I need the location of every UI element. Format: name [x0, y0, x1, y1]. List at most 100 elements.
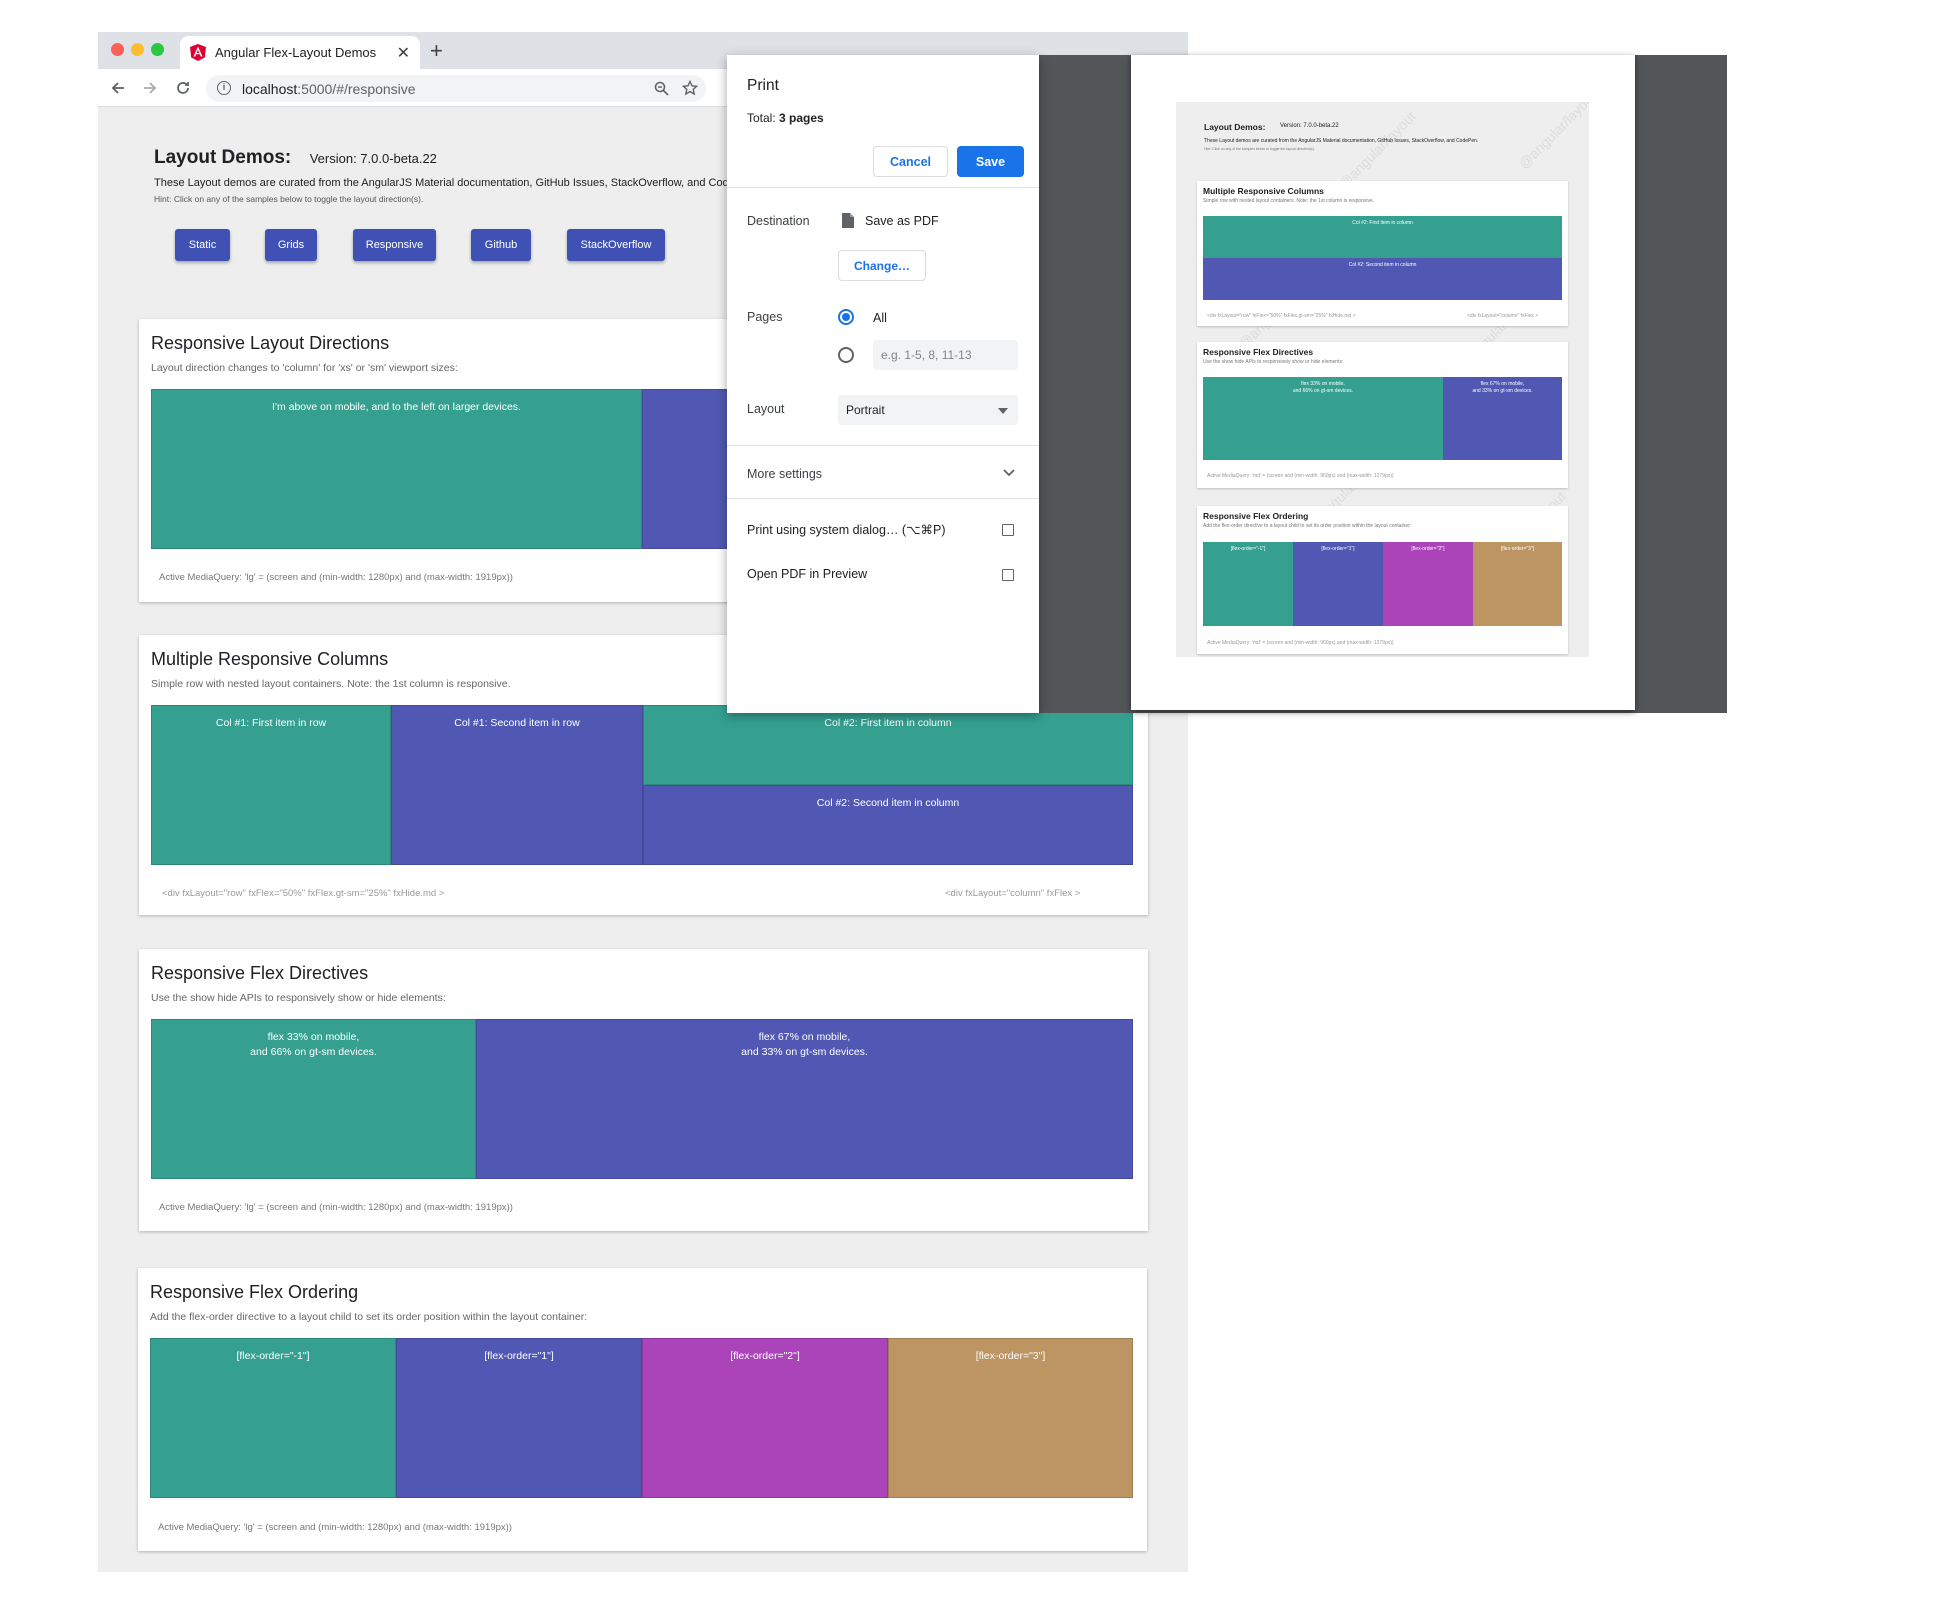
col1-first-item[interactable]: Col #1: First item in row — [151, 705, 391, 865]
flex-box-67-line1: flex 67% on mobile, — [758, 1031, 851, 1043]
card-footer-left: <div fxLayout="row" fxFlex="50%" fxFlex.… — [162, 888, 445, 899]
preview-card-title: Responsive Flex Directives — [1203, 347, 1314, 357]
preview-flex-box-2-line2: and 33% on gt-sm devices. — [1472, 388, 1533, 394]
pages-all-radio[interactable] — [838, 309, 854, 325]
preview-order-box-minus1: [flex-order="-1"] — [1203, 542, 1293, 626]
preview-content: @angular/layout @angular/layout @angular… — [1176, 102, 1589, 657]
preview-flex-box-1: flex 33% on mobile, and 66% on gt-sm dev… — [1203, 377, 1443, 460]
card-flex-directives: Responsive Flex Directives Use the show … — [139, 949, 1148, 1231]
chevron-down-icon[interactable] — [1003, 469, 1015, 477]
preview-card-subtitle: Use the show hide APIs to responsively s… — [1203, 359, 1344, 365]
save-button[interactable]: Save — [957, 146, 1024, 177]
open-external-icon[interactable] — [1002, 524, 1014, 536]
preview-flex-box-1-line2: and 66% on gt-sm devices. — [1292, 388, 1354, 394]
card-title: Responsive Layout Directions — [151, 333, 390, 353]
pages-label: Pages — [747, 310, 783, 324]
order-box-2[interactable]: [flex-order="2"] — [642, 1338, 888, 1498]
card-subtitle: Simple row with nested layout containers… — [151, 678, 511, 690]
card-subtitle: Use the show hide APIs to responsively s… — [151, 992, 446, 1004]
divider — [727, 498, 1039, 499]
grids-button[interactable]: Grids — [265, 229, 317, 261]
info-icon[interactable]: i — [217, 81, 231, 95]
open-external-icon[interactable] — [1002, 569, 1014, 581]
card-footer-right: <div fxLayout="column" fxFlex > — [945, 888, 1081, 899]
card-subtitle: Layout direction changes to 'column' for… — [151, 362, 458, 374]
layout-select-value: Portrait — [846, 403, 885, 417]
static-button[interactable]: Static — [175, 229, 230, 261]
forward-icon[interactable] — [142, 80, 158, 96]
flex-box-33[interactable]: flex 33% on mobile, and 66% on gt-sm dev… — [151, 1019, 476, 1179]
print-total-label: Total: — [747, 111, 780, 125]
preview-hint: Hint: Click on any of the samples below … — [1204, 147, 1315, 151]
card-title: Responsive Flex Directives — [151, 963, 369, 983]
page-title: Layout Demos: — [154, 147, 292, 168]
responsive-button[interactable]: Responsive — [353, 229, 436, 261]
close-window-button[interactable] — [111, 43, 124, 56]
flex-box-67-line2: and 33% on gt-sm devices. — [741, 1046, 868, 1058]
tab-title: Angular Flex-Layout Demos — [215, 45, 377, 60]
github-button[interactable]: Github — [471, 229, 531, 261]
zoom-icon[interactable] — [654, 81, 669, 96]
col2-first-item[interactable]: Col #2: First item in column — [643, 705, 1133, 785]
preview-card-flex: Responsive Flex Directives Use the show … — [1197, 342, 1568, 488]
preview-watermark: @angular/layout — [1515, 102, 1589, 172]
open-pdf-preview-link[interactable]: Open PDF in Preview — [747, 567, 867, 581]
print-dialog: Print Total: 3 pages Cancel Save Destina… — [727, 55, 1039, 713]
tab-close-icon[interactable]: ✕ — [397, 43, 410, 63]
preview-version: Version: 7.0.0-beta.22 — [1280, 123, 1339, 129]
print-total-value: 3 pages — [779, 111, 824, 125]
col1-second-item[interactable]: Col #1: Second item in row — [391, 705, 643, 865]
preview-col2-second: Col #2: Second item in column — [1203, 258, 1562, 300]
card-footer: Active MediaQuery: 'lg' = (screen and (m… — [158, 1522, 512, 1533]
card-subtitle: Add the flex-order directive to a layout… — [150, 1311, 588, 1323]
pages-custom-radio[interactable] — [838, 347, 854, 363]
stackoverflow-button[interactable]: StackOverflow — [567, 229, 665, 261]
preview-flex-box-1-line1: flex 33% on mobile, — [1301, 381, 1345, 387]
col2-second-item[interactable]: Col #2: Second item in column — [643, 785, 1133, 865]
preview-card-subtitle: Add the flex-order directive to a layout… — [1203, 523, 1412, 529]
order-box-minus1[interactable]: [flex-order="-1"] — [150, 1338, 396, 1498]
system-dialog-link[interactable]: Print using system dialog… (⌥⌘P) — [747, 522, 946, 537]
preview-card-columns: Multiple Responsive Columns Simple row w… — [1197, 181, 1568, 326]
preview-flex-box-2: flex 67% on mobile, and 33% on gt-sm dev… — [1443, 377, 1562, 460]
minimize-window-button[interactable] — [131, 43, 144, 56]
bookmark-star-icon[interactable] — [682, 80, 698, 96]
preview-watermark: @angular/layout — [1335, 108, 1419, 192]
layout-select[interactable]: Portrait — [838, 395, 1018, 425]
destination-value: Save as PDF — [865, 214, 939, 228]
pages-custom-input[interactable]: e.g. 1-5, 8, 11-13 — [873, 340, 1018, 370]
preview-order-box-2: [flex-order="2"] — [1383, 542, 1473, 626]
more-settings-toggle[interactable]: More settings — [747, 467, 822, 481]
card-title: Responsive Flex Ordering — [150, 1282, 359, 1302]
flex-box-33-line1: flex 33% on mobile, — [267, 1031, 360, 1043]
print-dialog-title: Print — [747, 77, 779, 94]
flex-box-67[interactable]: flex 67% on mobile, and 33% on gt-sm dev… — [476, 1019, 1133, 1179]
divider — [727, 187, 1039, 188]
preview-title: Layout Demos: — [1204, 122, 1266, 132]
cancel-button[interactable]: Cancel — [873, 146, 948, 177]
change-destination-button[interactable]: Change… — [838, 250, 926, 281]
preview-card-ordering: Responsive Flex Ordering Add the flex-or… — [1197, 506, 1568, 654]
direction-box-1[interactable]: I'm above on mobile, and to the left on … — [151, 389, 642, 549]
new-tab-button[interactable]: + — [430, 38, 443, 64]
preview-card-title: Responsive Flex Ordering — [1203, 511, 1309, 521]
card-title: Multiple Responsive Columns — [151, 649, 389, 669]
preview-card-footer: Active MediaQuery: 'md' = (screen and (m… — [1207, 473, 1394, 479]
preview-col2-first: Col #2: First item in column — [1203, 216, 1562, 258]
card-footer: Active MediaQuery: 'lg' = (screen and (m… — [159, 1202, 513, 1213]
order-box-3[interactable]: [flex-order="3"] — [888, 1338, 1133, 1498]
preview-card-footer: Active MediaQuery: 'md' = (screen and (m… — [1207, 640, 1394, 646]
preview-flex-box-2-line1: flex 67% on mobile, — [1480, 381, 1525, 387]
preview-footer-left: <div fxLayout="row" fxFlex="50%" fxFlex.… — [1207, 313, 1356, 319]
card-flex-ordering: Responsive Flex Ordering Add the flex-or… — [138, 1268, 1147, 1551]
reload-icon[interactable] — [175, 80, 191, 96]
browser-tab[interactable]: Angular Flex-Layout Demos ✕ — [180, 36, 420, 69]
address-bar[interactable]: i localhost:5000/#/responsive — [206, 75, 706, 102]
back-icon[interactable] — [110, 80, 126, 96]
print-preview-page: @angular/layout @angular/layout @angular… — [1131, 55, 1635, 710]
order-box-1[interactable]: [flex-order="1"] — [396, 1338, 642, 1498]
preview-footer-right: <div fxLayout="column" fxFlex > — [1467, 313, 1539, 319]
layout-label: Layout — [747, 402, 785, 416]
maximize-window-button[interactable] — [151, 43, 164, 56]
destination-label: Destination — [747, 214, 810, 228]
